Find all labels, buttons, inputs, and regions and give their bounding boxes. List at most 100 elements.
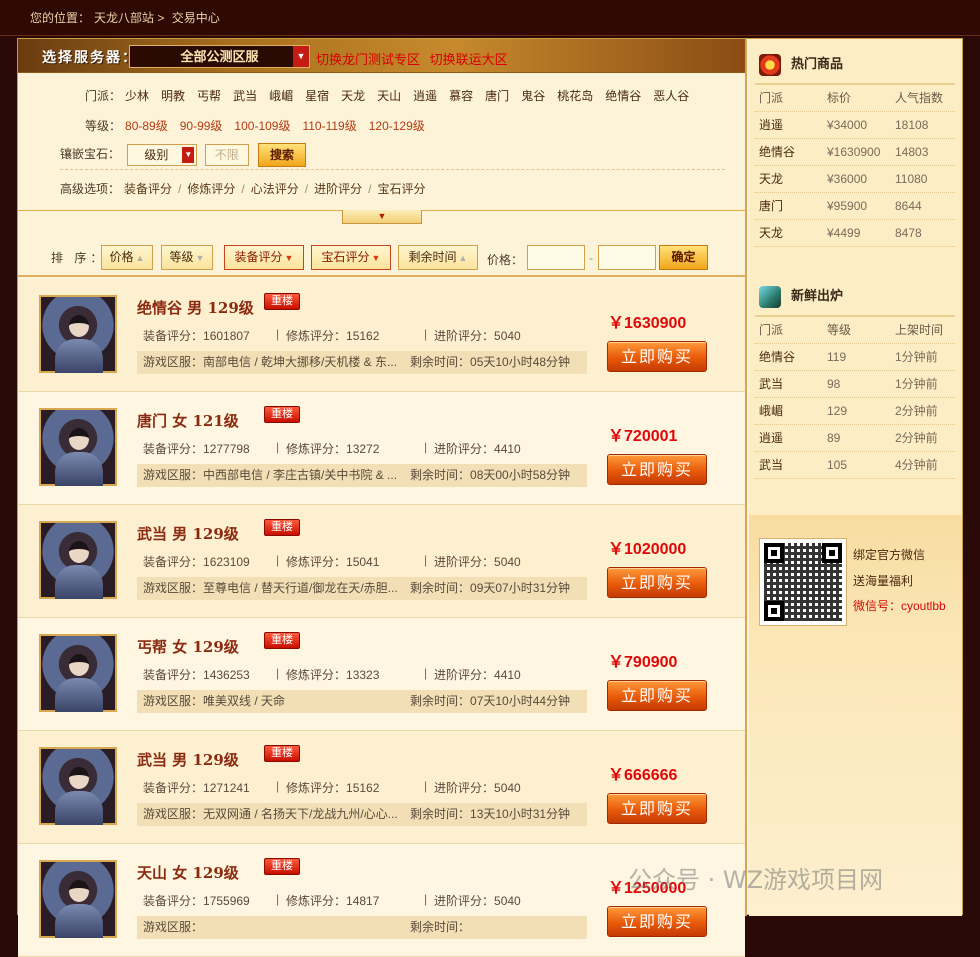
wechat-gift-text: 送海量福利 xyxy=(853,574,914,588)
table-row[interactable]: 武当 105 4分钟前 xyxy=(755,452,955,479)
sect-option[interactable]: 恶人谷 xyxy=(653,89,689,103)
buy-now-button[interactable]: 立即购买 xyxy=(607,906,707,937)
listing-title[interactable]: 绝情谷 男 129级 xyxy=(137,297,254,318)
table-cell: 1分钟前 xyxy=(895,350,938,364)
advanced-option[interactable]: 修炼评分 xyxy=(187,182,235,196)
listing-title[interactable]: 唐门 女 121级 xyxy=(137,410,239,431)
equip-score-label: 装备评分： xyxy=(143,668,204,682)
advanced-option[interactable]: 心法评分 xyxy=(251,182,299,196)
sect-option[interactable]: 唐门 xyxy=(485,89,509,103)
sort-button[interactable]: 装备评分 ▼ xyxy=(224,245,304,270)
sect-option[interactable]: 慕容 xyxy=(449,89,473,103)
character-avatar[interactable] xyxy=(39,634,117,712)
avatar-body xyxy=(55,904,103,938)
sect-option[interactable]: 天龙 xyxy=(341,89,365,103)
advanced-option[interactable]: 装备评分 xyxy=(124,182,172,196)
listing-info-bar: 游戏区服：唯美双线 / 天命 剩余时间：07天10小时44分钟 xyxy=(137,690,587,713)
listing-price: ￥790900 xyxy=(608,648,677,672)
table-row[interactable]: 逍遥 89 2分钟前 xyxy=(755,425,955,452)
table-header-cell: 标价 xyxy=(827,91,852,105)
cultivate-score-value: 13272 xyxy=(346,442,380,456)
price-max-input[interactable] xyxy=(598,245,656,270)
sort-button[interactable]: 剩余时间 ▲ xyxy=(398,245,478,270)
character-avatar[interactable] xyxy=(39,295,117,373)
table-header-row: 门派 标价 人气指数 xyxy=(755,85,955,112)
table-row[interactable]: 武当 98 1分钟前 xyxy=(755,371,955,398)
wechat-qr-code xyxy=(759,538,847,626)
chonglou-badge: 重楼 xyxy=(264,293,300,310)
collapse-filters-toggle[interactable]: ▼ xyxy=(342,210,422,224)
sort-button[interactable]: 价格 ▲ xyxy=(101,245,153,270)
gem-level-select[interactable]: 级别 ▼ xyxy=(127,144,198,166)
divider xyxy=(60,169,725,170)
cultivate-score: 修炼评分：15041 xyxy=(286,553,379,570)
table-cell: ¥1630900 xyxy=(827,145,881,159)
character-avatar[interactable] xyxy=(39,860,117,938)
arrow-down-icon: ▼ xyxy=(195,253,205,263)
switch-longmen-link[interactable]: 切换龙门测试专区 xyxy=(316,52,420,67)
price-value: 720001 xyxy=(624,428,678,445)
gem-filter-row: 镶嵌宝石： 级别 ▼ 不限 搜索 xyxy=(60,143,307,167)
sect-option[interactable]: 天山 xyxy=(377,89,401,103)
level-option[interactable]: 120-129级 xyxy=(369,119,425,133)
sect-option[interactable]: 星宿 xyxy=(305,89,329,103)
cultivate-score-value: 13323 xyxy=(346,668,380,682)
buy-now-button[interactable]: 立即购买 xyxy=(607,341,707,372)
sect-option[interactable]: 武当 xyxy=(233,89,257,103)
table-row[interactable]: 天龙 ¥4499 8478 xyxy=(755,220,955,247)
table-header-cell: 等级 xyxy=(827,323,852,337)
character-avatar[interactable] xyxy=(39,408,117,486)
listing-title[interactable]: 天山 女 129级 xyxy=(137,862,239,883)
level-option[interactable]: 90-99级 xyxy=(180,119,223,133)
sect-option[interactable]: 丐帮 xyxy=(197,89,221,103)
search-button[interactable]: 搜索 xyxy=(258,143,307,167)
table-cell: 1分钟前 xyxy=(895,377,938,391)
listing-price: ￥1020000 xyxy=(608,535,686,559)
table-row[interactable]: 绝情谷 119 1分钟前 xyxy=(755,344,955,371)
character-avatar[interactable] xyxy=(39,747,117,825)
sect-option[interactable]: 少林 xyxy=(125,89,149,103)
listing-title[interactable]: 武当 男 129级 xyxy=(137,523,239,544)
listing-title[interactable]: 丐帮 女 129级 xyxy=(137,636,239,657)
buy-now-button[interactable]: 立即购买 xyxy=(607,793,707,824)
remaining-time-label: 剩余时间： xyxy=(410,807,471,821)
character-avatar[interactable] xyxy=(39,521,117,599)
price-min-input[interactable] xyxy=(527,245,585,270)
buy-now-button[interactable]: 立即购买 xyxy=(607,454,707,485)
sect-option[interactable]: 峨嵋 xyxy=(269,89,293,103)
score-separator: | xyxy=(276,666,280,680)
table-row[interactable]: 峨嵋 129 2分钟前 xyxy=(755,398,955,425)
table-row[interactable]: 逍遥 ¥34000 18108 xyxy=(755,112,955,139)
switch-lianyun-link[interactable]: 切换联运大区 xyxy=(430,52,508,67)
advanced-option[interactable]: 进阶评分 xyxy=(314,182,362,196)
buy-now-button[interactable]: 立即购买 xyxy=(607,567,707,598)
level-option[interactable]: 110-119级 xyxy=(302,119,356,133)
table-row[interactable]: 绝情谷 ¥1630900 14803 xyxy=(755,139,955,166)
breadcrumb-site-link[interactable]: 天龙八部站 xyxy=(94,11,154,25)
sect-option[interactable]: 明教 xyxy=(161,89,185,103)
listing-title[interactable]: 武当 男 129级 xyxy=(137,749,239,770)
avatar-face xyxy=(69,541,89,563)
price-confirm-button[interactable]: 确定 xyxy=(659,245,708,270)
advanced-option[interactable]: 宝石评分 xyxy=(377,182,425,196)
table-row[interactable]: 天龙 ¥36000 11080 xyxy=(755,166,955,193)
sect-option[interactable]: 鬼谷 xyxy=(521,89,545,103)
score-separator: | xyxy=(276,779,280,793)
server-select[interactable]: 全部公测区服 ▼ xyxy=(129,45,310,68)
level-option[interactable]: 80-89级 xyxy=(125,119,168,133)
sect-option[interactable]: 桃花岛 xyxy=(557,89,593,103)
gem-count-input[interactable]: 不限 xyxy=(204,144,249,166)
advance-score-value: 4410 xyxy=(494,668,521,682)
breadcrumb-current-page[interactable]: 交易中心 xyxy=(172,11,220,25)
sect-option[interactable]: 绝情谷 xyxy=(605,89,641,103)
level-option[interactable]: 100-109级 xyxy=(234,119,290,133)
sect-option[interactable]: 逍遥 xyxy=(413,89,437,103)
buy-now-button[interactable]: 立即购买 xyxy=(607,680,707,711)
chonglou-badge: 重楼 xyxy=(264,745,300,762)
server-zone-label: 游戏区服： xyxy=(143,468,204,482)
sort-button[interactable]: 宝石评分 ▼ xyxy=(311,245,391,270)
sort-button[interactable]: 等级 ▼ xyxy=(161,245,213,270)
sidebar: 热门商品 门派 标价 人气指数 逍遥 ¥34000 18108 绝情谷 ¥1630900 148… xyxy=(749,39,962,916)
table-row[interactable]: 唐门 ¥95900 8644 xyxy=(755,193,955,220)
table-cell: ¥4499 xyxy=(827,226,861,240)
